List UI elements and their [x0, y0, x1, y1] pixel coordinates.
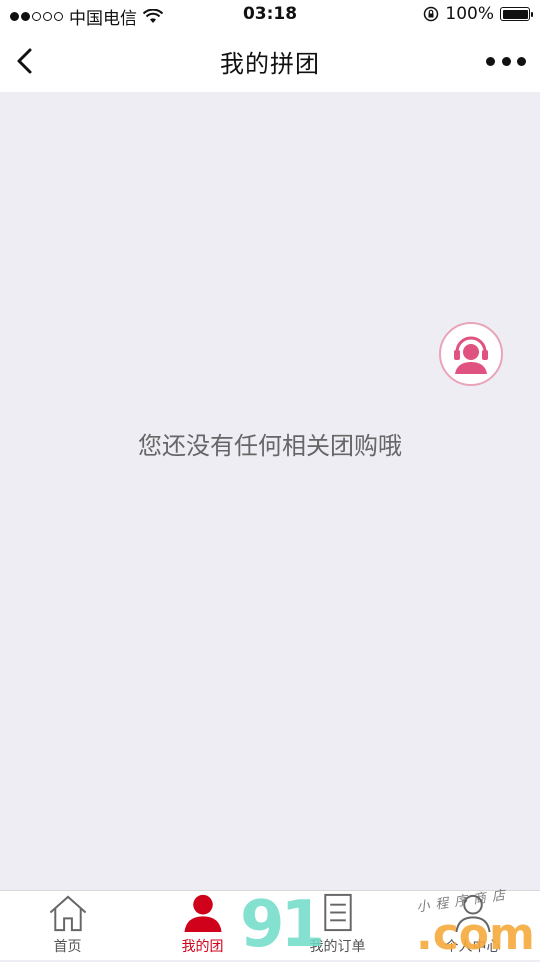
tab-label: 首页: [53, 939, 82, 955]
order-list-icon: [323, 893, 352, 932]
tab-my-orders[interactable]: 我的订单: [270, 891, 405, 960]
group-user-icon: [183, 894, 222, 933]
status-right: 100%: [423, 4, 533, 24]
status-bar: 中国电信 03:18 100%: [0, 0, 540, 30]
tab-my-group[interactable]: 我的团: [135, 891, 270, 960]
home-icon: [49, 895, 86, 932]
orientation-lock-icon: [424, 6, 439, 22]
tab-bar: 首页 我的团 我的订单 个人中心: [0, 890, 540, 960]
tab-profile[interactable]: 个人中心: [405, 891, 540, 960]
empty-state-message: 您还没有任何相关团购哦: [138, 432, 402, 460]
more-button[interactable]: [486, 50, 526, 72]
nav-bar: 我的拼团: [0, 30, 540, 92]
tab-label: 个人中心: [444, 939, 501, 955]
more-dot-icon: [486, 56, 495, 66]
profile-icon: [454, 894, 491, 933]
tab-label: 我的团: [181, 939, 224, 955]
customer-service-button[interactable]: [439, 322, 503, 386]
main-content: 您还没有任何相关团购哦: [0, 92, 540, 890]
tab-home[interactable]: 首页: [0, 891, 135, 960]
battery-icon: [500, 7, 533, 21]
tab-label: 我的订单: [309, 939, 366, 955]
battery-percentage: 100%: [445, 4, 494, 24]
more-dot-icon: [501, 56, 511, 66]
page-title: 我的拼团: [220, 50, 320, 78]
more-dot-icon: [517, 56, 526, 66]
customer-service-icon: [454, 336, 488, 374]
